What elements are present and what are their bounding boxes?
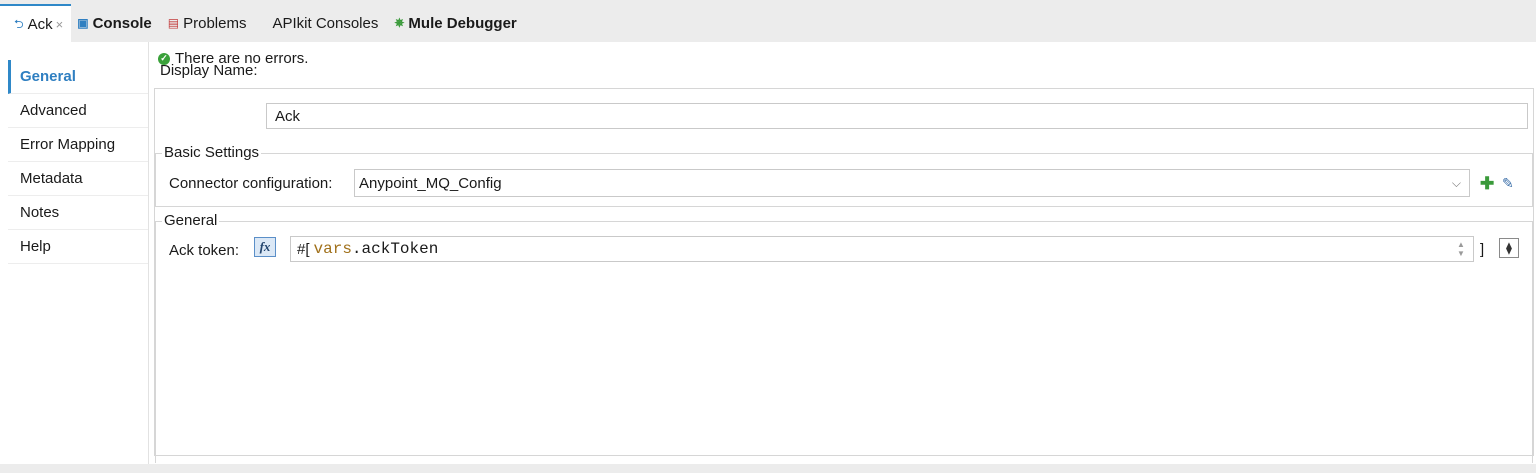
connector-config-value: Anypoint_MQ_Config bbox=[359, 174, 502, 192]
tab-problems[interactable]: ▤ Problems bbox=[162, 4, 257, 42]
display-name-input[interactable] bbox=[266, 103, 1528, 129]
console-icon: ▣ bbox=[77, 16, 89, 30]
problems-icon: ▤ bbox=[167, 16, 180, 30]
sidebar-nav: General Advanced Error Mapping Metadata … bbox=[8, 60, 148, 264]
expression-keyword: vars bbox=[313, 240, 352, 258]
bottom-strip bbox=[0, 464, 1536, 473]
sidebar-divider bbox=[148, 42, 149, 464]
spinner-icon[interactable]: ▲ ▼ bbox=[1455, 240, 1467, 258]
expression-open-bracket: #[ bbox=[297, 240, 310, 258]
sidebar-item-metadata[interactable]: Metadata bbox=[8, 162, 148, 196]
editor-tab-bar: ⮌ Ack × ▣ Console ▤ Problems APIkit Cons… bbox=[0, 0, 1536, 42]
tab-ack-label: Ack bbox=[27, 15, 53, 33]
sidebar-item-notes[interactable]: Notes bbox=[8, 196, 148, 230]
tab-console-label: Console bbox=[92, 14, 152, 32]
tab-console[interactable]: ▣ Console bbox=[71, 4, 162, 42]
mule-component-icon: ⮌ bbox=[14, 17, 24, 31]
fx-toggle-button[interactable]: fx bbox=[254, 237, 276, 257]
display-name-label: Display Name: bbox=[160, 62, 258, 79]
general-title: General bbox=[162, 212, 220, 229]
expression-rest: .ackToken bbox=[351, 240, 439, 258]
tab-apikit-consoles[interactable]: APIkit Consoles bbox=[256, 4, 388, 42]
chevron-down-icon: ⌵ bbox=[1451, 175, 1461, 190]
add-config-icon[interactable]: ✚ bbox=[1480, 175, 1494, 192]
tab-problems-label: Problems bbox=[183, 14, 247, 32]
tab-mule-debugger-label: Mule Debugger bbox=[408, 14, 517, 32]
ack-token-expression-input[interactable]: #[ vars .ackToken ▲ ▼ bbox=[290, 236, 1474, 262]
debugger-icon: ✵ bbox=[394, 16, 405, 30]
display-name-row: Display Name: bbox=[160, 62, 258, 79]
basic-settings-title: Basic Settings bbox=[162, 144, 262, 161]
close-icon[interactable]: × bbox=[56, 17, 64, 32]
tab-apikit-label: APIkit Consoles bbox=[272, 14, 379, 32]
connector-config-select[interactable]: Anypoint_MQ_Config ⌵ bbox=[354, 169, 1470, 197]
expression-mapping-icon[interactable]: ⧫ bbox=[1499, 238, 1519, 258]
sidebar-item-error-mapping[interactable]: Error Mapping bbox=[8, 128, 148, 162]
tab-ack[interactable]: ⮌ Ack × bbox=[0, 4, 72, 42]
tab-mule-debugger[interactable]: ✵ Mule Debugger bbox=[388, 4, 526, 42]
expression-close-bracket: ] bbox=[1480, 241, 1485, 258]
sidebar-item-advanced[interactable]: Advanced bbox=[8, 94, 148, 128]
connector-config-label: Connector configuration: bbox=[169, 175, 333, 192]
edit-config-icon[interactable]: ✎ bbox=[1502, 176, 1514, 190]
sidebar-item-general[interactable]: General bbox=[8, 60, 148, 94]
ack-token-label: Ack token: bbox=[169, 242, 240, 259]
sidebar-item-help[interactable]: Help bbox=[8, 230, 148, 264]
